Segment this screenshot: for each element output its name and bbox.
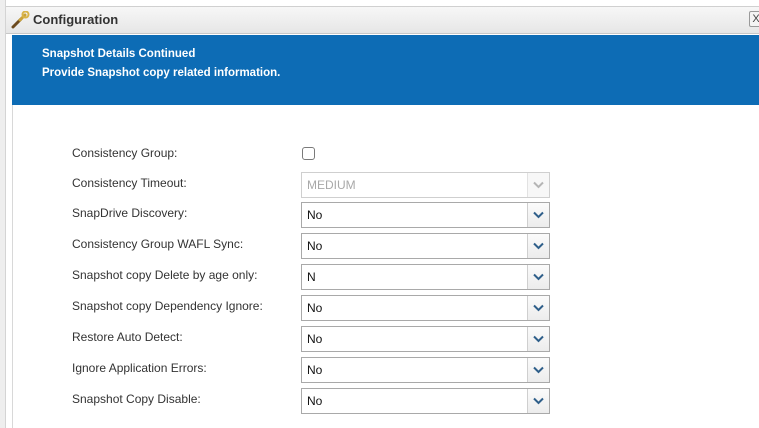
restore-auto-detect-select[interactable]: No	[301, 326, 550, 352]
chevron-down-icon[interactable]	[527, 265, 549, 289]
snapdrive-discovery-select[interactable]: No	[301, 202, 550, 228]
row-restore-auto-detect: Restore Auto Detect: No	[0, 326, 759, 352]
snapdrive-discovery-label: SnapDrive Discovery:	[72, 206, 188, 220]
dependency-ignore-label: Snapshot copy Dependency Ignore:	[72, 299, 263, 313]
banner-title: Snapshot Details Continued	[42, 48, 196, 60]
wafl-sync-select[interactable]: No	[301, 233, 550, 259]
wafl-sync-value: No	[307, 239, 323, 253]
consistency-group-label: Consistency Group:	[72, 146, 178, 160]
banner-subtitle: Provide Snapshot copy related informatio…	[42, 67, 281, 79]
chevron-down-icon[interactable]	[527, 203, 549, 227]
chevron-down-icon[interactable]	[527, 296, 549, 320]
delete-by-age-select[interactable]: N	[301, 264, 550, 290]
snapshot-copy-disable-select[interactable]: No	[301, 388, 550, 414]
ignore-app-errors-select[interactable]: No	[301, 357, 550, 383]
chevron-down-icon[interactable]	[527, 358, 549, 382]
restore-auto-detect-value: No	[307, 332, 323, 346]
snapshot-copy-disable-value: No	[307, 394, 323, 408]
consistency-group-checkbox[interactable]	[302, 147, 315, 160]
consistency-timeout-label: Consistency Timeout:	[72, 176, 187, 190]
row-wafl-sync: Consistency Group WAFL Sync: No	[0, 233, 759, 259]
snapshot-copy-disable-label: Snapshot Copy Disable:	[72, 392, 201, 406]
dependency-ignore-value: No	[307, 301, 323, 315]
title-bar: Configuration X	[6, 6, 759, 34]
close-button[interactable]: X	[749, 11, 759, 27]
chevron-down-icon	[527, 173, 549, 197]
restore-auto-detect-label: Restore Auto Detect:	[72, 330, 183, 344]
dependency-ignore-select[interactable]: No	[301, 295, 550, 321]
chevron-down-icon[interactable]	[527, 389, 549, 413]
chevron-down-icon[interactable]	[527, 327, 549, 351]
row-delete-by-age: Snapshot copy Delete by age only: N	[0, 264, 759, 290]
dialog-title: Configuration	[33, 12, 119, 27]
consistency-timeout-value: MEDIUM	[307, 178, 356, 192]
row-snapshot-copy-disable: Snapshot Copy Disable: No	[0, 388, 759, 414]
row-consistency-timeout: Consistency Timeout: MEDIUM	[0, 172, 759, 198]
ignore-app-errors-value: No	[307, 363, 323, 377]
wafl-sync-label: Consistency Group WAFL Sync:	[72, 237, 244, 251]
delete-by-age-label: Snapshot copy Delete by age only:	[72, 268, 258, 282]
row-dependency-ignore: Snapshot copy Dependency Ignore: No	[0, 295, 759, 321]
header-banner: Snapshot Details Continued Provide Snaps…	[12, 35, 759, 105]
consistency-timeout-select: MEDIUM	[301, 172, 550, 198]
wrench-icon	[10, 10, 30, 29]
row-ignore-app-errors: Ignore Application Errors: No	[0, 357, 759, 383]
delete-by-age-value: N	[307, 270, 316, 284]
ignore-app-errors-label: Ignore Application Errors:	[72, 361, 207, 375]
row-consistency-group: Consistency Group:	[0, 142, 759, 168]
row-snapdrive-discovery: SnapDrive Discovery: No	[0, 202, 759, 228]
snapdrive-discovery-value: No	[307, 208, 323, 222]
chevron-down-icon[interactable]	[527, 234, 549, 258]
configuration-dialog: Configuration X Snapshot Details Continu…	[0, 0, 759, 428]
